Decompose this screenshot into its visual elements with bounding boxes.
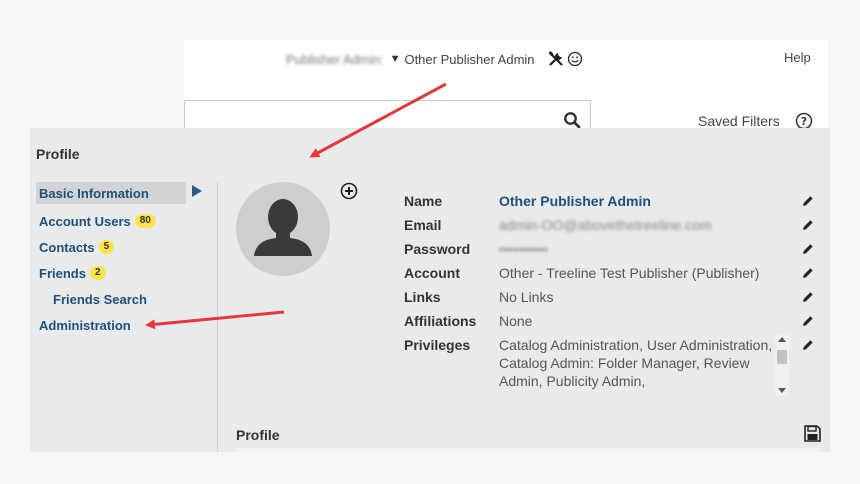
nav-friends-search[interactable]: Friends Search bbox=[30, 286, 218, 312]
detail-value: No Links bbox=[499, 289, 554, 305]
detail-value: •••••••••• bbox=[499, 241, 549, 257]
add-photo-icon[interactable] bbox=[340, 182, 358, 200]
detail-row-name: Name Other Publisher Admin bbox=[404, 192, 779, 216]
user-menu[interactable]: Publisher Admin: ▼ Other Publisher Admin bbox=[286, 50, 583, 68]
tools-icon[interactable] bbox=[547, 50, 565, 68]
save-icon[interactable] bbox=[804, 425, 821, 442]
detail-value: None bbox=[499, 313, 533, 329]
privileges-scrollbar[interactable] bbox=[775, 334, 789, 396]
person-silhouette-icon bbox=[254, 199, 312, 256]
svg-text:?: ? bbox=[801, 115, 807, 128]
count-badge: 80 bbox=[134, 214, 156, 228]
detail-row-privileges: Privileges Catalog Administration, User … bbox=[404, 336, 779, 389]
detail-label: Password bbox=[404, 241, 471, 257]
nav-administration[interactable]: Administration bbox=[30, 312, 218, 338]
detail-label: Name bbox=[404, 193, 443, 209]
panel-title: Profile bbox=[36, 146, 80, 162]
scroll-up-icon[interactable] bbox=[778, 337, 786, 342]
profile-nav: Basic Information Account Users 80 Conta… bbox=[30, 182, 218, 338]
saved-filters-link[interactable]: Saved Filters bbox=[698, 113, 780, 129]
detail-row-affiliations: Affiliations None bbox=[404, 312, 779, 336]
avatar[interactable] bbox=[236, 182, 330, 276]
profile-form-area bbox=[236, 448, 820, 452]
detail-row-email: Email admin-OO@abovethetreeline.com bbox=[404, 216, 779, 240]
detail-label: Links bbox=[404, 289, 441, 305]
search-icon[interactable] bbox=[563, 111, 581, 129]
edit-affiliations-icon[interactable] bbox=[802, 315, 814, 327]
detail-label: Affiliations bbox=[404, 313, 477, 329]
detail-value: Catalog Administration, User Administrat… bbox=[499, 337, 773, 389]
user-name[interactable]: Other Publisher Admin bbox=[404, 52, 534, 67]
active-arrow-icon bbox=[192, 185, 202, 197]
detail-value: Other Publisher Admin bbox=[499, 193, 651, 209]
smiley-icon[interactable] bbox=[567, 51, 583, 67]
dropdown-triangle-icon[interactable]: ▼ bbox=[390, 53, 401, 65]
nav-basic-information[interactable]: Basic Information bbox=[36, 182, 186, 204]
edit-account-icon[interactable] bbox=[802, 267, 814, 279]
user-prefix: Publisher Admin: bbox=[286, 51, 384, 67]
scroll-thumb[interactable] bbox=[777, 350, 787, 364]
edit-name-icon[interactable] bbox=[802, 195, 814, 207]
detail-value: Other - Treeline Test Publisher (Publish… bbox=[499, 265, 760, 281]
profile-details: Name Other Publisher Admin Email admin-O… bbox=[404, 192, 779, 389]
help-link[interactable]: Help bbox=[784, 50, 811, 65]
detail-label: Account bbox=[404, 265, 460, 281]
scroll-down-icon[interactable] bbox=[778, 388, 786, 393]
count-badge: 2 bbox=[89, 266, 106, 280]
section-title: Profile bbox=[236, 427, 280, 443]
detail-row-password: Password •••••••••• bbox=[404, 240, 779, 264]
edit-email-icon[interactable] bbox=[802, 219, 814, 231]
nav-friends[interactable]: Friends 2 bbox=[30, 260, 218, 286]
edit-password-icon[interactable] bbox=[802, 243, 814, 255]
count-badge: 5 bbox=[98, 240, 115, 254]
detail-label: Email bbox=[404, 217, 442, 233]
detail-label: Privileges bbox=[404, 337, 471, 353]
detail-row-links: Links No Links bbox=[404, 288, 779, 312]
detail-row-account: Account Other - Treeline Test Publisher … bbox=[404, 264, 779, 288]
search-input[interactable] bbox=[184, 100, 591, 130]
edit-links-icon[interactable] bbox=[802, 291, 814, 303]
detail-value: admin-OO@abovethetreeline.com bbox=[499, 217, 712, 233]
profile-panel: Profile Basic Information Account Users … bbox=[30, 128, 830, 452]
nav-contacts[interactable]: Contacts 5 bbox=[30, 234, 218, 260]
nav-divider bbox=[217, 182, 218, 452]
edit-privileges-icon[interactable] bbox=[802, 339, 814, 351]
nav-account-users[interactable]: Account Users 80 bbox=[30, 208, 218, 234]
